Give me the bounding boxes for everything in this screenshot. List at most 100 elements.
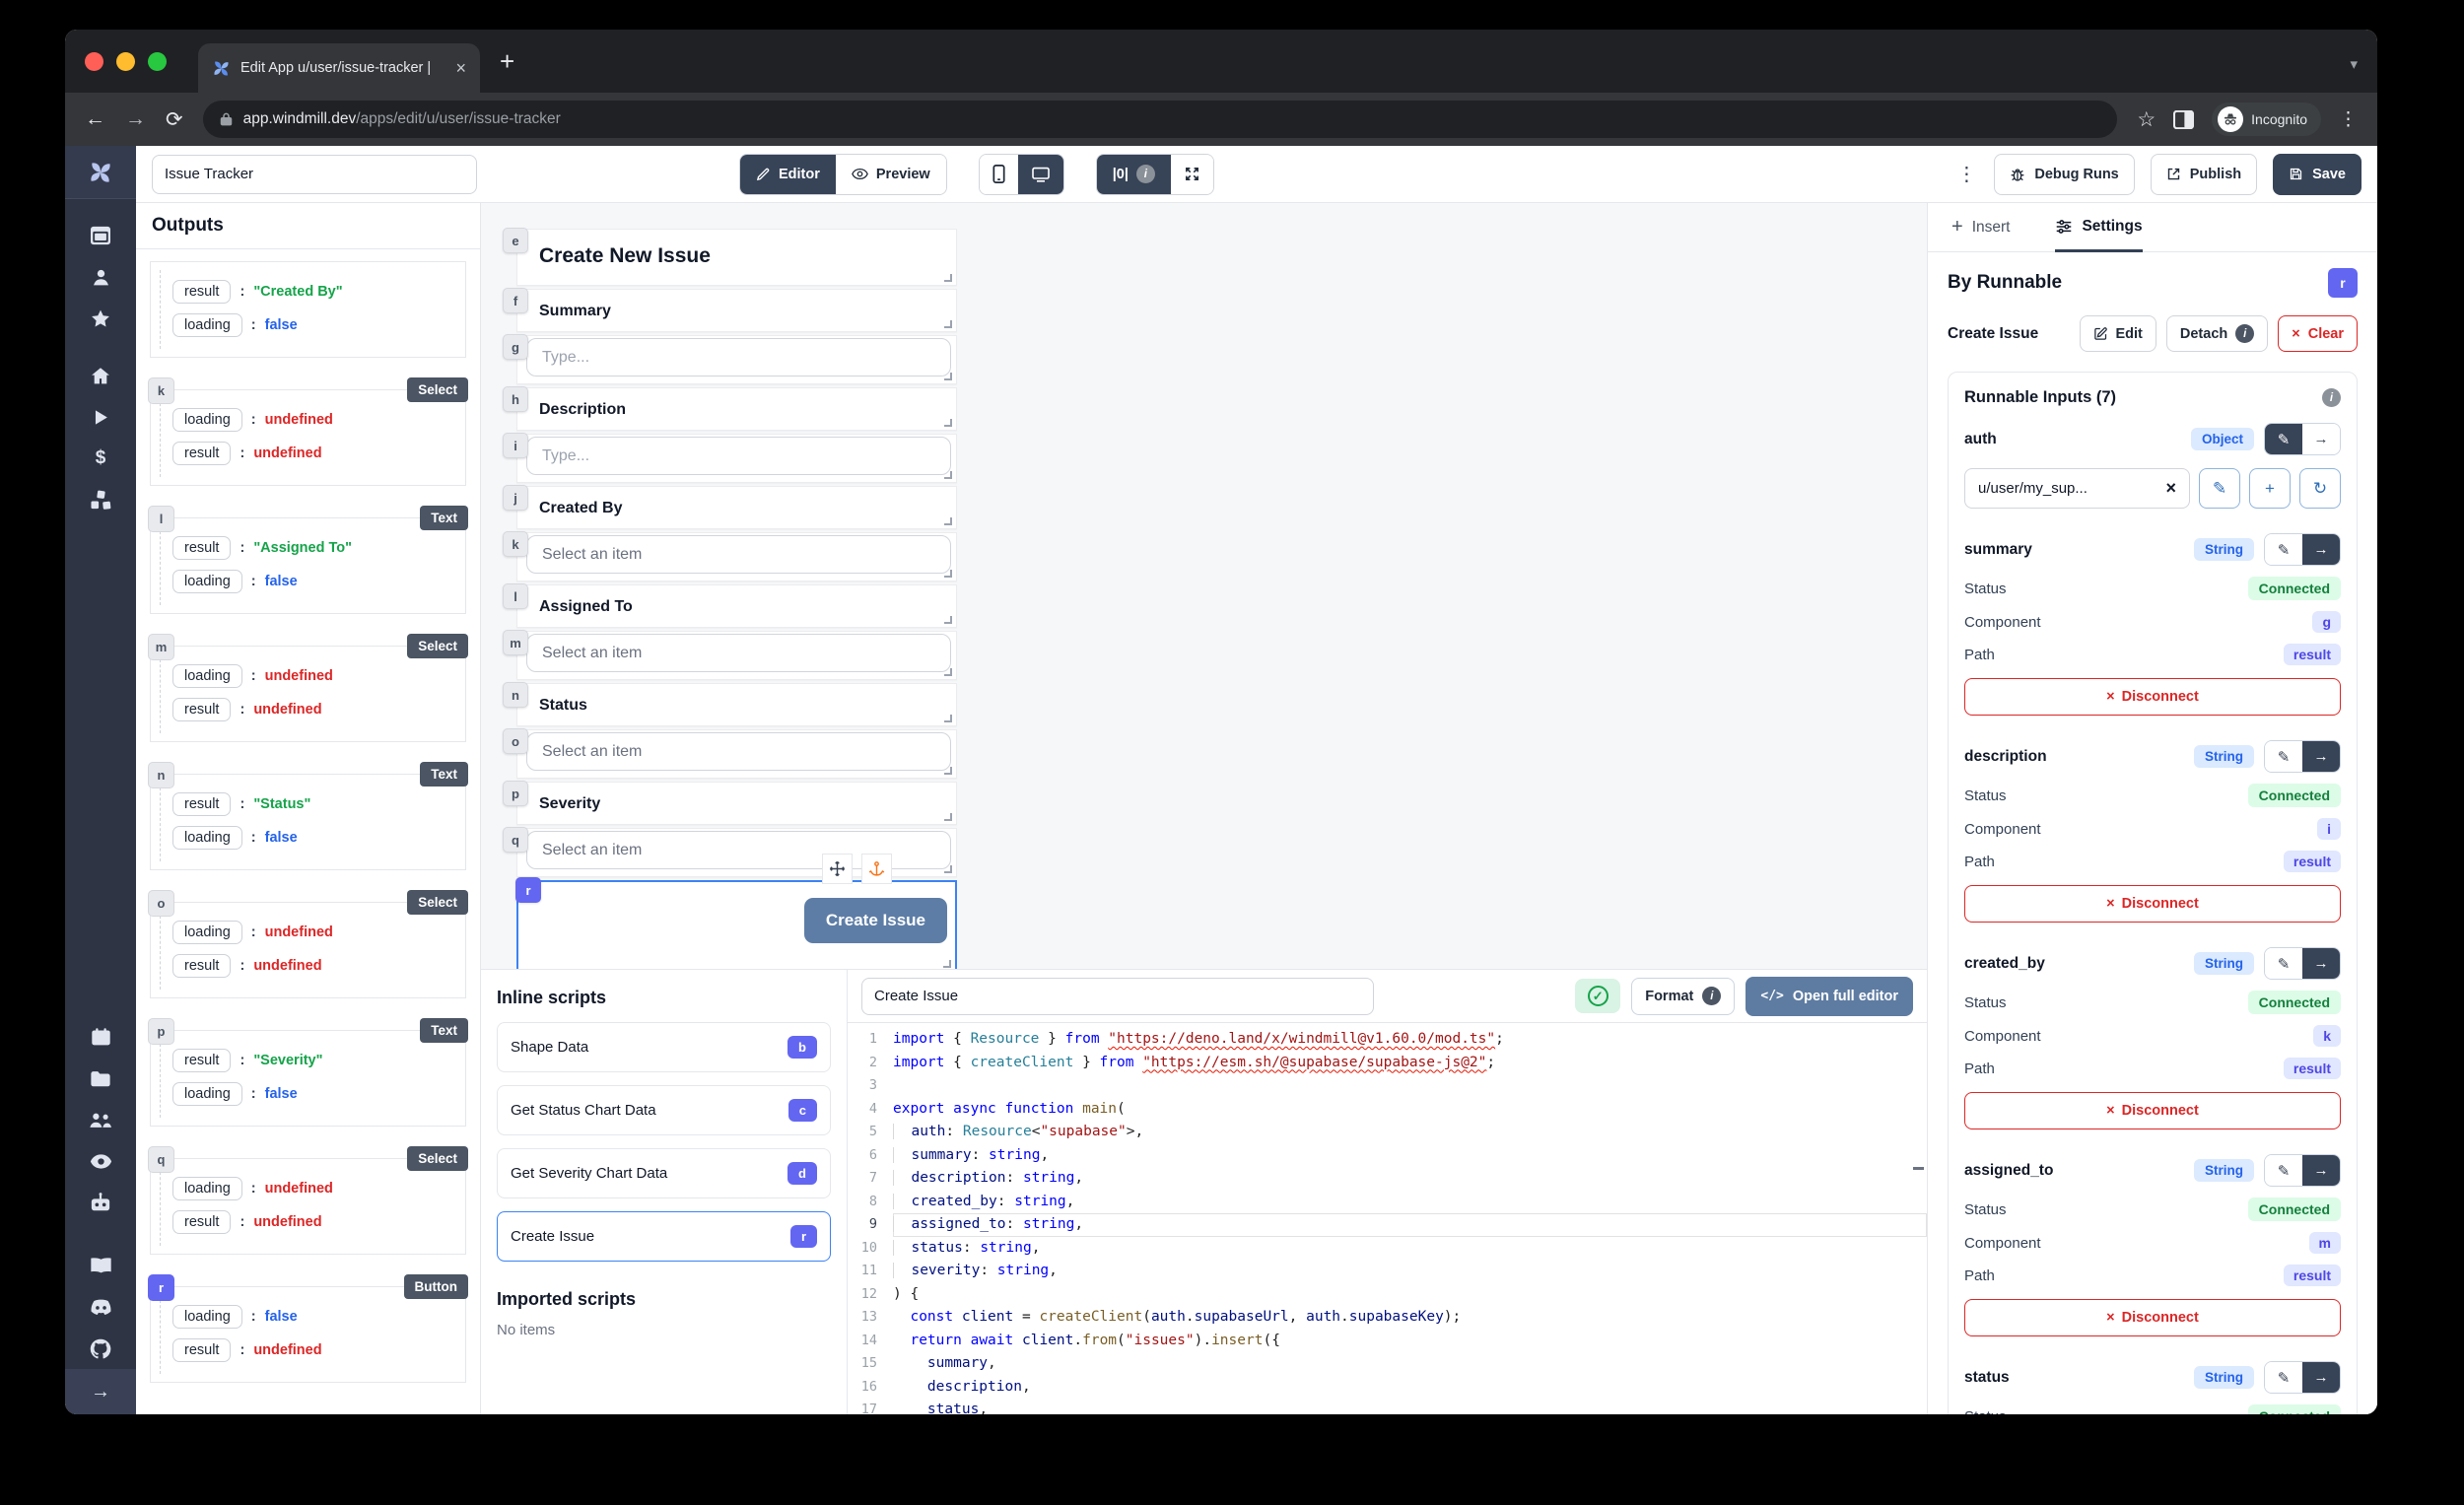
resize-handle[interactable]: [944, 320, 952, 328]
more-options-icon[interactable]: ⋮: [1956, 162, 1976, 186]
connect-mode-button[interactable]: →: [2302, 741, 2340, 772]
code-line[interactable]: 6 summary: string,: [848, 1144, 1927, 1168]
output-card[interactable]: r Button loading:falseresult:undefined: [150, 1286, 466, 1383]
sidebar-item-home[interactable]: [65, 355, 136, 396]
output-card[interactable]: q Select loading:undefinedresult:undefin…: [150, 1158, 466, 1255]
output-key-pill[interactable]: result: [172, 1210, 231, 1234]
component-id-chip[interactable]: i: [503, 433, 528, 458]
code-line[interactable]: 7 description: string,: [848, 1167, 1927, 1191]
bookmark-star-icon[interactable]: ☆: [2137, 107, 2156, 132]
app-name-input[interactable]: [152, 155, 477, 194]
tab-close-icon[interactable]: ×: [455, 58, 466, 79]
component-id-chip[interactable]: m: [148, 634, 174, 660]
output-key-pill[interactable]: result: [172, 698, 231, 721]
resize-handle[interactable]: [943, 960, 951, 968]
output-card[interactable]: l Text result:"Assigned To"loading:false: [150, 517, 466, 614]
output-key-pill[interactable]: result: [172, 1338, 231, 1362]
component-id-chip[interactable]: f: [503, 288, 528, 313]
code-line[interactable]: 3: [848, 1074, 1927, 1098]
component-id-chip[interactable]: g: [503, 334, 528, 360]
code-line[interactable]: 14 return await client.from("issues").in…: [848, 1330, 1927, 1353]
canvas-component[interactable]: i Type...: [516, 434, 957, 483]
sidebar-item-resources[interactable]: [65, 479, 136, 520]
output-key-pill[interactable]: loading: [172, 826, 242, 850]
text-input[interactable]: Type...: [526, 338, 951, 376]
canvas-component[interactable]: n Status: [516, 683, 957, 726]
sidebar-item-docs[interactable]: [65, 1245, 136, 1286]
resize-handle[interactable]: [944, 813, 952, 821]
refresh-resource-button[interactable]: ↻: [2299, 468, 2341, 509]
canvas-component[interactable]: m Select an item: [516, 631, 957, 680]
component-id-chip[interactable]: m: [503, 630, 528, 655]
output-key-pill[interactable]: loading: [172, 570, 242, 593]
connect-mode-button[interactable]: →: [2302, 1362, 2340, 1393]
component-badge[interactable]: m: [2309, 1232, 2341, 1254]
select-input[interactable]: Select an item: [526, 732, 951, 771]
resize-handle[interactable]: [944, 715, 952, 722]
sidebar-item-workers[interactable]: [65, 1182, 136, 1223]
canvas-component[interactable]: k Select an item: [516, 532, 957, 581]
component-id-chip[interactable]: r: [148, 1274, 174, 1301]
output-key-pill[interactable]: result: [172, 954, 231, 978]
sidebar-item-runs[interactable]: [65, 396, 136, 438]
publish-button[interactable]: Publish: [2151, 154, 2257, 195]
code-line[interactable]: 13 const client = createClient(auth.supa…: [848, 1306, 1927, 1330]
connect-mode-button[interactable]: →: [2302, 534, 2340, 565]
static-mode-button[interactable]: ✎: [2265, 1362, 2302, 1393]
fullscreen-button[interactable]: [1171, 155, 1213, 194]
code-line[interactable]: 11 severity: string,: [848, 1260, 1927, 1283]
static-mode-button[interactable]: ✎: [2265, 948, 2302, 979]
open-full-editor-button[interactable]: </> Open full editor: [1745, 977, 1913, 1016]
component-id-chip[interactable]: q: [148, 1146, 174, 1173]
output-key-pill[interactable]: loading: [172, 921, 242, 944]
edit-runnable-button[interactable]: Edit: [2080, 315, 2156, 352]
resize-handle[interactable]: [944, 865, 952, 873]
clear-resource-icon[interactable]: ×: [2165, 478, 2176, 499]
sidebar-item-folders[interactable]: [65, 1058, 136, 1099]
save-button[interactable]: Save: [2273, 154, 2361, 195]
canvas-component[interactable]: j Created By: [516, 486, 957, 529]
output-key-pill[interactable]: result: [172, 442, 231, 465]
component-id-chip[interactable]: o: [503, 728, 528, 754]
code-line[interactable]: 10 status: string,: [848, 1237, 1927, 1261]
output-key-pill[interactable]: loading: [172, 664, 242, 688]
connect-mode-button[interactable]: →: [2302, 948, 2340, 979]
code-line[interactable]: 8 created_by: string,: [848, 1191, 1927, 1214]
mobile-view-button[interactable]: [980, 155, 1018, 194]
component-id-chip[interactable]: r: [515, 877, 541, 903]
editor-mode-button[interactable]: Editor: [740, 155, 836, 194]
sidebar-item-groups[interactable]: [65, 1099, 136, 1140]
connect-mode-button[interactable]: →: [2302, 424, 2340, 454]
output-card[interactable]: p Text result:"Severity"loading:false: [150, 1030, 466, 1127]
sidebar-item-schedules[interactable]: [65, 1016, 136, 1058]
sidebar-item-github[interactable]: [65, 1328, 136, 1369]
settings-body[interactable]: By Runnable r Create Issue Edit Detach: [1928, 252, 2377, 1414]
output-key-pill[interactable]: result: [172, 792, 231, 816]
canvas-component[interactable]: h Description: [516, 387, 957, 431]
code-line[interactable]: 17 status,: [848, 1399, 1927, 1414]
output-key-pill[interactable]: result: [172, 536, 231, 560]
canvas-component[interactable]: o Select an item: [516, 729, 957, 779]
sidebar-item-variables[interactable]: $: [65, 438, 136, 479]
code-line[interactable]: 1 import { Resource } from "https://deno…: [848, 1028, 1927, 1052]
reload-icon[interactable]: ⟳: [166, 107, 183, 132]
path-badge[interactable]: result: [2284, 1058, 2341, 1079]
canvas-component[interactable]: e Create New Issue: [516, 229, 957, 286]
script-list-item[interactable]: Get Severity Chart Data d: [497, 1148, 831, 1198]
resize-handle[interactable]: [944, 767, 952, 775]
output-key-pill[interactable]: loading: [172, 408, 242, 432]
code-line[interactable]: 5 auth: Resource<"supabase">,: [848, 1121, 1927, 1144]
canvas-component[interactable]: g Type...: [516, 335, 957, 384]
address-bar[interactable]: app.windmill.dev/apps/edit/u/user/issue-…: [203, 101, 2118, 138]
output-card[interactable]: result:"Created By"loading:false: [150, 261, 466, 358]
select-input[interactable]: Select an item: [526, 634, 951, 672]
output-key-pill[interactable]: result: [172, 280, 231, 304]
tab-search-chevron-icon[interactable]: ▾: [2350, 55, 2358, 73]
connect-mode-button[interactable]: →: [2302, 1155, 2340, 1186]
back-icon[interactable]: ←: [85, 107, 105, 131]
outputs-list[interactable]: result:"Created By"loading:false k Selec…: [136, 249, 480, 1414]
output-card[interactable]: o Select loading:undefinedresult:undefin…: [150, 902, 466, 998]
output-key-pill[interactable]: loading: [172, 313, 242, 337]
component-id-chip[interactable]: p: [503, 781, 528, 806]
windmill-logo[interactable]: [65, 146, 136, 199]
